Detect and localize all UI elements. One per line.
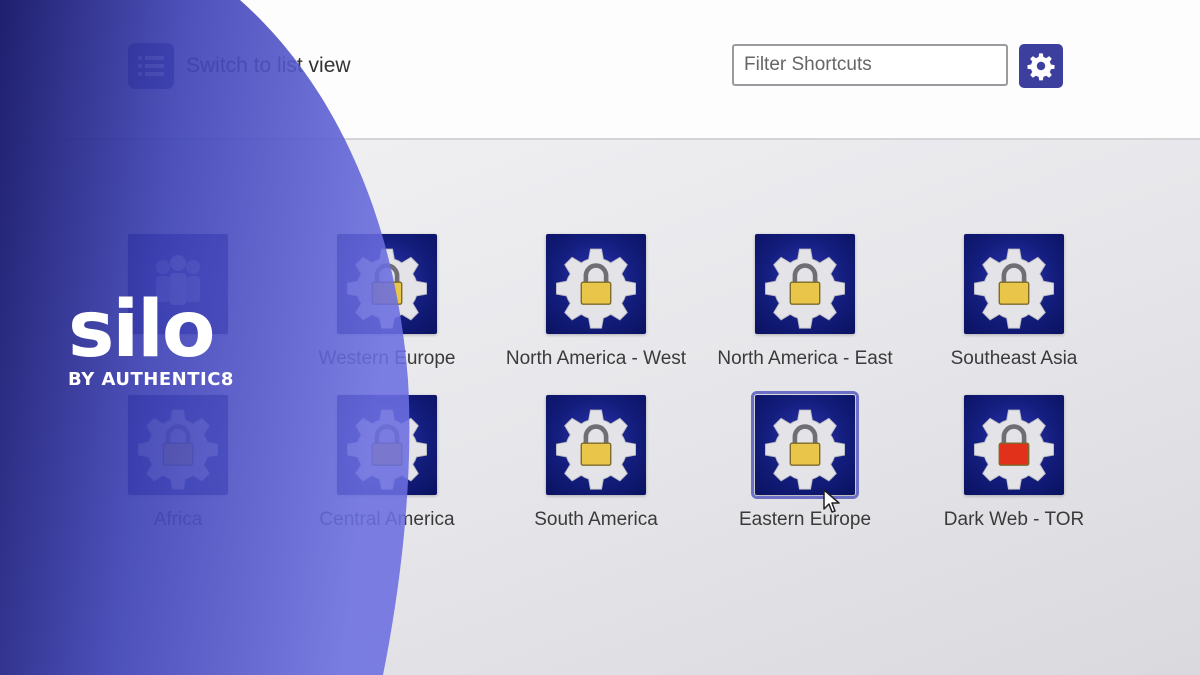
shortcut-label: North America - West: [505, 348, 687, 369]
gear-lock-icon: [128, 395, 228, 495]
gear-lock-icon: [337, 395, 437, 495]
shortcut-south-america[interactable]: South America: [496, 395, 696, 531]
shortcut-africa[interactable]: Africa: [78, 395, 278, 531]
shortcut-label: Africa: [153, 509, 203, 530]
gear-lock-icon: [546, 395, 646, 495]
gear-lock-icon: [546, 234, 646, 334]
shortcut-label: Eastern Europe: [738, 509, 872, 530]
switch-to-list-view-button[interactable]: Switch to list view: [128, 43, 351, 89]
gear-lock-icon: [337, 234, 437, 334]
shortcut-eastern-europe[interactable]: Eastern Europe: [705, 391, 905, 531]
shortcut-label: Central America: [319, 509, 455, 530]
toolbar-header: Switch to list view: [0, 0, 1200, 140]
shortcut-label: Southeast Asia: [950, 348, 1078, 369]
shortcut-grid: Western Europe North America - West Nort…: [0, 140, 1200, 675]
list-view-icon: [128, 43, 174, 89]
gear-lock-icon: [751, 391, 859, 499]
shortcut-western-europe[interactable]: Western Europe: [287, 234, 487, 370]
shortcut-dark-web-tor[interactable]: Dark Web - TOR: [914, 395, 1114, 531]
gear-lock-icon: [755, 234, 855, 334]
shortcut-north-america-east[interactable]: North America - East: [705, 234, 905, 370]
shortcut-label: Western Europe: [318, 348, 456, 369]
shortcut-label: North America - East: [717, 348, 893, 369]
filter-shortcuts-input[interactable]: [732, 44, 1008, 86]
gear-lock-icon: [964, 234, 1064, 334]
shortcut-central-america[interactable]: Central America: [287, 395, 487, 531]
shortcut-label: Dark Web - TOR: [943, 509, 1085, 530]
shortcut-southeast-asia[interactable]: Southeast Asia: [914, 234, 1114, 370]
list-view-label: Switch to list view: [186, 54, 351, 77]
shortcut-users[interactable]: [78, 234, 278, 334]
gear-icon: [1027, 53, 1055, 81]
mouse-pointer-icon: [823, 489, 840, 513]
shortcut-label: South America: [534, 509, 658, 530]
settings-button[interactable]: [1019, 44, 1063, 88]
users-group-icon: [128, 234, 228, 334]
shortcut-north-america-west[interactable]: North America - West: [496, 234, 696, 370]
gear-lock-red-icon: [964, 395, 1064, 495]
